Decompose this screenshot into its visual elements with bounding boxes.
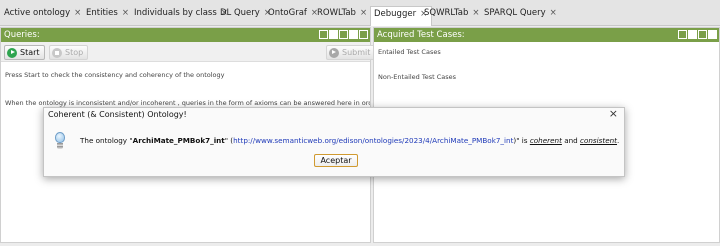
dialog-title: Coherent (& Consistent) Ontology! <box>48 110 187 119</box>
tab-rowltab[interactable]: ROWLTab × <box>317 8 367 18</box>
close-icon[interactable]: × <box>609 107 618 120</box>
tab-entities[interactable]: Entities × <box>86 8 129 18</box>
non-entailed-test-cases-label: Non-Entailed Test Cases <box>378 73 457 81</box>
view-controls <box>678 30 717 40</box>
entailed-test-cases-label: Entailed Test Cases <box>378 48 441 56</box>
minimize-icon[interactable] <box>698 30 707 39</box>
queries-header: Queries: <box>1 28 370 42</box>
queries-info-start: Press Start to check the consistency and… <box>5 71 225 79</box>
tab-bar: Active ontology × Entities × Individuals b… <box>0 0 720 26</box>
minimize-icon[interactable] <box>339 30 348 39</box>
tab-close-icon[interactable]: × <box>550 8 557 18</box>
tab-sparql-query[interactable]: SPARQL Query × <box>484 8 557 18</box>
tab-debugger[interactable]: Debugger × <box>370 6 433 26</box>
tab-active-ontology[interactable]: Active ontology × <box>4 8 81 18</box>
consistent-text: consistent <box>580 136 618 145</box>
acquired-title: Acquired Test Cases: <box>377 30 465 40</box>
split-icon[interactable] <box>688 30 697 39</box>
tab-sqwrltab[interactable]: SQWRLTab × <box>424 8 479 18</box>
stop-icon <box>52 47 62 58</box>
tab-close-icon[interactable]: × <box>360 8 367 18</box>
submit-icon <box>329 47 339 58</box>
close-view-icon[interactable] <box>359 30 368 39</box>
info-icon[interactable] <box>678 30 687 39</box>
queries-info-inconsistent: When the ontology is inconsistent and/or… <box>5 99 370 107</box>
coherent-dialog: Coherent (& Consistent) Ontology! × The … <box>43 107 625 177</box>
ontology-iri: http://www.semanticweb.org/edison/ontolo… <box>233 136 514 145</box>
start-button[interactable]: Start <box>4 45 45 60</box>
info-icon[interactable] <box>319 30 328 39</box>
maximize-icon[interactable] <box>708 30 717 39</box>
tab-individuals-by-class[interactable]: Individuals by class × <box>134 8 228 18</box>
tab-ontograf[interactable]: OntoGraf × <box>268 8 318 18</box>
view-controls <box>319 30 368 40</box>
tab-close-icon[interactable]: × <box>74 8 81 18</box>
stop-button[interactable]: Stop <box>49 45 89 60</box>
tab-close-icon[interactable]: × <box>122 8 129 18</box>
aceptar-button[interactable]: Aceptar <box>314 154 358 167</box>
acquired-header: Acquired Test Cases: <box>374 28 719 42</box>
tab-dl-query[interactable]: DL Query × <box>220 8 271 18</box>
dialog-message: The ontology "ArchiMate_PMBok7_int" (htt… <box>80 136 620 145</box>
submit-button[interactable]: Submit <box>326 45 376 60</box>
lightbulb-icon <box>54 132 66 152</box>
play-icon <box>7 47 17 58</box>
coherent-text: coherent <box>529 136 562 145</box>
queries-title: Queries: <box>4 30 40 40</box>
queries-toolbar: Start Stop Submit <box>1 42 376 62</box>
ontology-name: ArchiMate_PMBok7_int <box>132 136 225 145</box>
split-icon[interactable] <box>329 30 338 39</box>
maximize-icon[interactable] <box>349 30 358 39</box>
tab-close-icon[interactable]: × <box>472 8 479 18</box>
